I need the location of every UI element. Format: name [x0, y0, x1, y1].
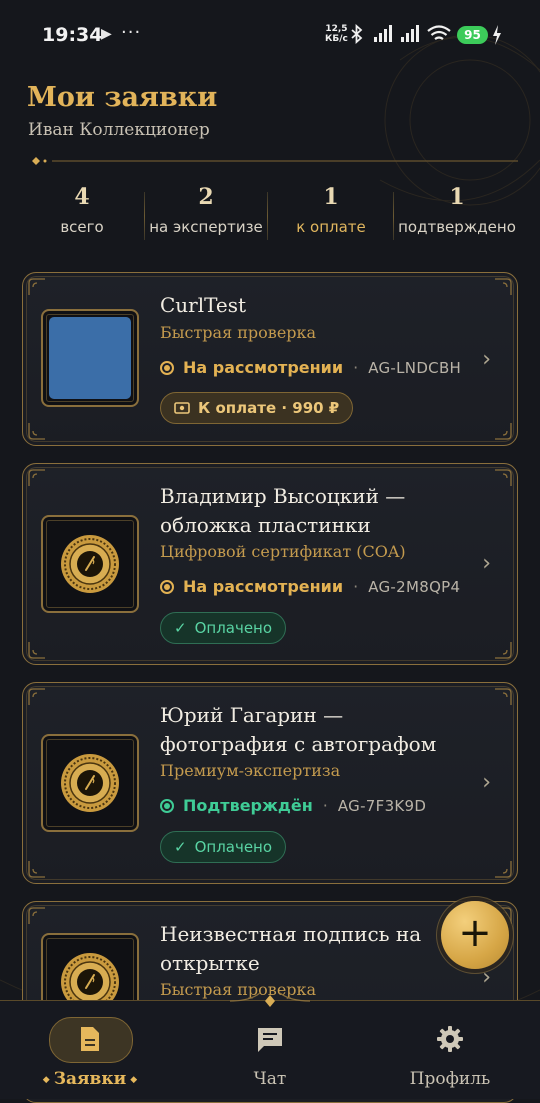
user-name: Иван Коллекционер	[28, 120, 210, 140]
battery-icon: 95	[457, 26, 488, 44]
status-pending-icon	[160, 360, 174, 375]
status-row: На рассмотрении · AG-LNDCBH	[160, 358, 461, 377]
nav-tab-profile[interactable]: Профиль	[360, 1001, 540, 1099]
item-title: Владимир Высоцкий — обложка пластинки	[160, 484, 406, 537]
more-dots-icon: ···	[121, 22, 142, 43]
status-time: 19:34	[42, 24, 103, 46]
bluetooth-icon	[351, 23, 363, 45]
stats-bar: 4 всего 2 на экспертизе 1 к оплате 1 под…	[20, 182, 520, 244]
request-code: AG-7F3K9D	[337, 796, 427, 815]
corner-ornament	[28, 861, 45, 878]
wifi-icon	[427, 25, 451, 40]
status-icons	[351, 23, 451, 45]
item-title: Юрий Гагарин — фотография с автографом	[160, 703, 437, 756]
status-text: Подтверждён	[183, 796, 313, 815]
service-type: Цифровой сертификат (COA)	[160, 542, 406, 561]
check-icon: ✓	[174, 619, 187, 637]
item-title: Неизвестная подпись на открытке	[160, 922, 422, 975]
status-confirmed-icon	[160, 798, 174, 813]
item-thumbnail	[41, 734, 139, 832]
corner-ornament	[495, 278, 512, 295]
page-title: Мои заявки	[27, 82, 218, 113]
chevron-right-icon: ›	[482, 770, 491, 795]
paid-badge: ✓ Оплачено	[160, 831, 287, 863]
stat-confirmed: 1 подтверждено	[398, 184, 516, 236]
paid-badge: ✓ Оплачено	[160, 612, 287, 644]
chevron-right-icon: ›	[482, 347, 491, 372]
item-thumbnail	[41, 515, 139, 613]
status-bar: 19:34 ▶ ··· 12,5 КБ/с 95	[0, 0, 540, 72]
request-card[interactable]: Владимир Высоцкий — обложка пластинки Ци…	[22, 463, 518, 665]
status-row: На рассмотрении · AG-2M8QP4	[160, 577, 460, 596]
bottom-navigation: ◆ Заявки ◆ Чат Профиль	[0, 992, 540, 1099]
network-speed: 12,5 КБ/с	[325, 24, 348, 44]
status-text: На рассмотрении	[183, 577, 344, 596]
chat-icon	[180, 1025, 360, 1057]
stat-total: 4 всего	[20, 182, 145, 244]
corner-ornament	[28, 469, 45, 486]
request-card[interactable]: Юрий Гагарин — фотография с автографом П…	[22, 682, 518, 884]
check-icon: ✓	[174, 838, 187, 856]
play-icon: ▶	[101, 26, 112, 42]
blue-placeholder-image	[49, 317, 131, 399]
item-thumbnail	[41, 309, 139, 407]
document-icon	[0, 1025, 180, 1057]
corner-ornament	[495, 642, 512, 659]
status-text: На рассмотрении	[183, 358, 344, 377]
corner-ornament	[28, 423, 45, 440]
corner-ornament	[495, 423, 512, 440]
stat-to-pay: 1 к оплате	[268, 182, 394, 244]
add-request-button[interactable]: +	[441, 901, 509, 969]
corner-ornament	[495, 688, 512, 705]
nav-tab-chat[interactable]: Чат	[180, 1001, 360, 1099]
nav-tab-requests[interactable]: ◆ Заявки ◆	[0, 1001, 180, 1099]
service-type: Быстрая проверка	[160, 323, 317, 342]
signal-icon	[401, 25, 419, 42]
gold-seal-icon	[61, 754, 119, 812]
request-code: AG-2M8QP4	[368, 577, 461, 596]
gold-seal-icon	[61, 535, 119, 593]
corner-ornament	[28, 688, 45, 705]
corner-ornament	[495, 861, 512, 878]
stat-in-review: 2 на экспертизе	[144, 182, 268, 244]
corner-ornament	[28, 642, 45, 659]
service-type: Премиум-экспертиза	[160, 761, 341, 780]
cash-icon	[174, 402, 190, 414]
corner-ornament	[495, 469, 512, 486]
gear-icon	[360, 1025, 540, 1057]
status-pending-icon	[160, 579, 174, 594]
chevron-right-icon: ›	[482, 965, 491, 990]
request-code: AG-LNDCBH	[368, 358, 462, 377]
chevron-right-icon: ›	[482, 551, 491, 576]
header-divider	[32, 157, 518, 165]
status-row: Подтверждён · AG-7F3K9D	[160, 796, 426, 815]
request-card[interactable]: CurlTest Быстрая проверка На рассмотрени…	[22, 272, 518, 446]
corner-ornament	[28, 278, 45, 295]
charging-icon	[493, 25, 501, 45]
item-title: CurlTest	[160, 293, 247, 317]
corner-ornament	[28, 907, 45, 924]
payment-due-badge[interactable]: К оплате · 990 ₽	[160, 392, 354, 424]
signal-icon	[374, 25, 392, 42]
